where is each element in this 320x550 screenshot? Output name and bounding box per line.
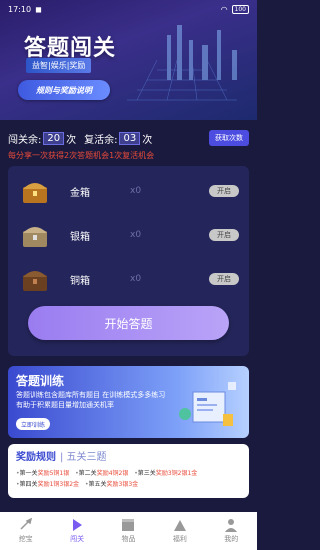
chest-count: x0: [130, 186, 142, 196]
revive-label: 复活余:: [84, 134, 118, 146]
revive-value: 03: [119, 131, 141, 145]
tab-label: 闯关: [70, 535, 85, 543]
chest-count: x0: [130, 274, 142, 284]
rewards-title: 奖励规则 | 五关三题: [16, 448, 107, 463]
training-title: 答题训练: [16, 374, 65, 388]
start-training-button[interactable]: 立即训练: [16, 418, 50, 430]
reward-item: •第四关奖励1铜3银2金: [16, 481, 80, 488]
levels-value: 20: [43, 131, 65, 145]
reward-item: •第一关奖励5铜1银: [16, 470, 70, 477]
tab-label: 挖宝: [18, 535, 33, 543]
copper-chest-icon: [23, 271, 47, 291]
stats-row: 闯关余: 20 次 复活余: 03 次 获取次数: [8, 128, 249, 148]
open-silver-button[interactable]: 开启: [209, 229, 239, 241]
levels-unit: 次: [66, 134, 77, 146]
notification-icon: ◼: [35, 4, 42, 14]
levels-label: 闯关余:: [8, 134, 42, 146]
chest-count: x0: [130, 230, 142, 240]
reward-item: •第三关奖励3铜2银1金: [134, 470, 198, 477]
rewards-subtitle: | 五关三题: [60, 452, 107, 463]
status-time: 17:10: [8, 4, 32, 14]
get-chances-button[interactable]: 获取次数: [209, 130, 249, 146]
play-icon: [73, 519, 83, 531]
tab-dig[interactable]: 挖宝: [18, 518, 34, 544]
reward-item: •第二关奖励4铜2银: [75, 470, 129, 477]
hero-tags: 益智|娱乐|奖励: [26, 58, 92, 73]
shovel-icon: [20, 518, 32, 530]
battery-icon: 100: [231, 4, 249, 14]
chest-panel: 金箱 x0 开启 银箱 x0 开启 铜箱 x0 开启 开始答题: [8, 166, 249, 356]
chest-name: 铜箱: [70, 275, 90, 287]
user-icon: [225, 519, 238, 532]
chest-row-copper: 铜箱 x0 开启: [8, 262, 249, 296]
rewards-title-text: 奖励规则: [16, 452, 56, 463]
open-copper-button[interactable]: 开启: [209, 273, 239, 285]
bottom-tab-bar: 挖宝 闯关 物品 福利 我的: [0, 512, 257, 550]
silver-chest-icon: [23, 227, 47, 247]
status-bar: 17:10 ◼ ◠ 100: [0, 0, 257, 18]
city-grid-decoration: [127, 25, 237, 101]
tab-label: 我的: [224, 535, 239, 543]
tab-me[interactable]: 我的: [223, 518, 239, 544]
gift-icon: [173, 520, 186, 531]
training-card[interactable]: 答题训练 答题训练包含题库所有题目 在训练模式多多练习有助于积累题目量增加通关机…: [8, 366, 249, 438]
tab-label: 福利: [172, 535, 187, 543]
chest-name: 银箱: [70, 231, 90, 243]
tab-items[interactable]: 物品: [120, 518, 136, 544]
tab-welfare[interactable]: 福利: [172, 518, 188, 544]
box-icon: [122, 519, 135, 531]
wifi-icon: ◠: [220, 4, 228, 14]
tab-challenge[interactable]: 闯关: [69, 518, 85, 544]
chest-row-silver: 银箱 x0 开启: [8, 218, 249, 252]
chest-row-gold: 金箱 x0 开启: [8, 174, 249, 208]
chest-name: 金箱: [70, 187, 90, 199]
hero-banner: 答题闯关 益智|娱乐|奖励 规则与奖励说明: [0, 0, 257, 120]
start-quiz-button[interactable]: 开始答题: [28, 306, 229, 340]
reward-item: •第五关奖励3银3金: [84, 481, 139, 488]
open-gold-button[interactable]: 开启: [209, 185, 239, 197]
tab-label: 物品: [121, 535, 136, 543]
training-desc: 答题训练包含题库所有题目 在训练模式多多练习有助于积累题目量增加通关机率: [16, 391, 166, 409]
rules-button[interactable]: 规则与奖励说明: [18, 80, 110, 100]
training-illustration: [179, 382, 236, 426]
share-note: 每分享一次获得2次答题机会1次复活机会: [8, 151, 155, 160]
revive-unit: 次: [142, 134, 153, 146]
gold-chest-icon: [23, 183, 47, 203]
rewards-list: •第一关奖励5铜1银 •第二关奖励4铜2银 •第三关奖励3铜2银1金 •第四关奖…: [16, 468, 244, 490]
rewards-card: 奖励规则 | 五关三题 •第一关奖励5铜1银 •第二关奖励4铜2银 •第三关奖励3…: [8, 444, 249, 498]
